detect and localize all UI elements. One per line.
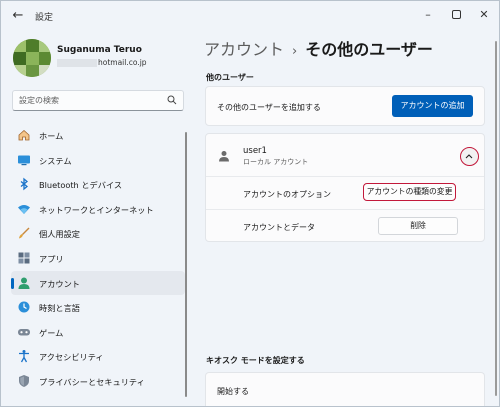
user-name: user1: [243, 146, 267, 156]
sidebar-item-network[interactable]: ネットワークとインターネット: [11, 197, 185, 222]
other-users-heading: 他のユーザー: [206, 73, 254, 82]
add-user-label: その他のユーザーを追加する: [217, 103, 321, 112]
window-title: 設定: [35, 13, 54, 23]
sidebar-item-label: 個人用設定: [39, 229, 80, 240]
breadcrumb-parent[interactable]: アカウント: [204, 40, 284, 59]
user-account-type: ローカル アカウント: [243, 158, 309, 166]
title-bar: ← 設定 – ✕: [1, 1, 499, 31]
profile-email: hotmail.co.jp: [57, 58, 147, 67]
search-input[interactable]: [19, 94, 164, 107]
sidebar-item-personalization[interactable]: 個人用設定: [11, 221, 185, 246]
sidebar-item-bluetooth[interactable]: Bluetooth とデバイス: [11, 172, 185, 197]
privacy-shield-icon: [19, 374, 29, 387]
search-box[interactable]: [12, 90, 184, 111]
system-icon: [18, 155, 30, 165]
sidebar-item-label: アクセシビリティ: [39, 352, 104, 363]
sidebar-item-system[interactable]: システム: [11, 148, 185, 173]
sidebar-scrollbar[interactable]: [185, 132, 187, 397]
profile-name: Suganuma Teruo: [57, 45, 142, 55]
gaming-icon: [18, 328, 30, 336]
account-options-label: アカウントのオプション: [243, 190, 331, 199]
sidebar-item-label: プライバシーとセキュリティ: [39, 376, 145, 387]
sidebar-item-label: Bluetooth とデバイス: [39, 180, 123, 191]
account-icon: [18, 277, 30, 289]
divider: [206, 209, 484, 210]
sidebar-item-label: 時刻と言語: [39, 303, 80, 314]
user-icon: [219, 151, 229, 162]
kiosk-heading: キオスク モードを設定する: [206, 356, 305, 365]
collapse-button[interactable]: [460, 147, 479, 166]
sidebar-item-apps[interactable]: アプリ: [11, 246, 185, 271]
account-data-label: アカウントとデータ: [243, 223, 315, 232]
profile-email-text: hotmail.co.jp: [98, 58, 147, 67]
remove-account-button[interactable]: 削除: [378, 217, 458, 235]
sidebar-item-gaming[interactable]: ゲーム: [11, 320, 185, 345]
add-user-card: その他のユーザーを追加する アカウントの追加: [205, 86, 485, 126]
user-card: user1 ローカル アカウント アカウントのオプション アカウントの種類の変更…: [205, 133, 485, 242]
personalization-icon: [19, 227, 30, 239]
sidebar-nav: ホーム システム Bluetooth とデバイス ネットワークとインターネット …: [11, 123, 185, 394]
network-icon: [18, 204, 30, 214]
page-title: その他のユーザー: [305, 40, 433, 59]
sidebar-item-accessibility[interactable]: アクセシビリティ: [11, 344, 185, 369]
sidebar-item-privacy[interactable]: プライバシーとセキュリティ: [11, 369, 185, 394]
sidebar-item-label: アカウント: [39, 278, 80, 289]
avatar: [13, 39, 51, 77]
sidebar-item-home[interactable]: ホーム: [11, 123, 185, 148]
minimize-icon[interactable]: –: [414, 5, 442, 25]
change-account-type-button[interactable]: アカウントの種類の変更: [363, 183, 456, 201]
sidebar-item-time-language[interactable]: 時刻と言語: [11, 295, 185, 320]
sidebar-item-label: ゲーム: [39, 327, 64, 338]
active-indicator: [11, 277, 14, 289]
accessibility-icon: [19, 350, 29, 363]
sidebar-item-label: アプリ: [39, 253, 64, 264]
time-language-icon: [18, 301, 30, 313]
search-icon[interactable]: [167, 95, 177, 105]
add-account-button[interactable]: アカウントの追加: [392, 95, 473, 117]
chevron-up-icon: [465, 154, 473, 159]
breadcrumb: アカウント › その他のユーザー: [204, 36, 433, 60]
sidebar-item-label: ネットワークとインターネット: [39, 204, 154, 215]
apps-icon: [18, 252, 30, 264]
settings-window: ← 設定 – ✕ Suganuma Teruo hotmail.co.jp ホー…: [0, 0, 500, 407]
main-scrollbar[interactable]: [495, 41, 497, 396]
close-icon[interactable]: ✕: [470, 5, 498, 25]
home-icon: [18, 129, 30, 141]
email-redaction: [57, 59, 97, 67]
sidebar-item-accounts[interactable]: アカウント: [11, 270, 185, 296]
kiosk-card[interactable]: 開始する: [205, 372, 485, 406]
bluetooth-icon: [20, 177, 29, 191]
maximize-icon[interactable]: [442, 5, 470, 25]
sidebar-item-label: ホーム: [39, 131, 64, 141]
back-arrow-icon[interactable]: ←: [7, 6, 29, 26]
divider: [206, 176, 484, 177]
sidebar-item-label: システム: [39, 155, 72, 166]
kiosk-start-label: 開始する: [217, 387, 249, 396]
breadcrumb-separator: ›: [292, 44, 298, 59]
